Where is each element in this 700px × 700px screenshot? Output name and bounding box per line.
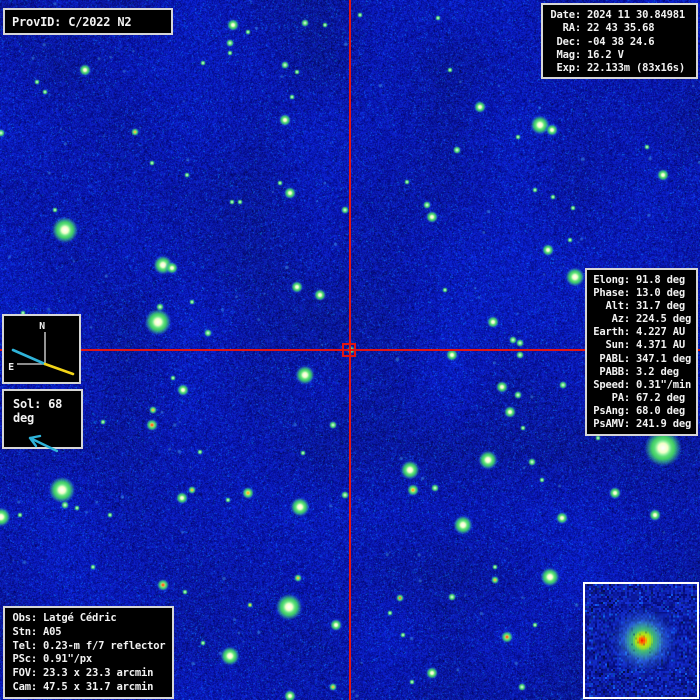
sol-arrow-icon: [30, 436, 57, 451]
info-label: PABL:: [590, 353, 630, 366]
comet-zoom-inset: [583, 582, 699, 699]
info-row: PsAng: 68.0 deg: [590, 405, 693, 418]
info-row: Alt: 31.7 deg: [590, 300, 693, 313]
info-row: Dec: -04 38 24.6: [548, 36, 691, 49]
info-value: 67.2 deg: [636, 392, 685, 405]
info-value: -04 38 24.6: [587, 36, 654, 49]
info-label: PABB:: [590, 366, 630, 379]
info-label: Exp:: [548, 62, 581, 75]
info-value: 13.0 deg: [636, 287, 685, 300]
info-row: Az: 224.5 deg: [590, 313, 693, 326]
info-value: 347.1 deg: [636, 353, 691, 366]
info-value: 16.2 V: [587, 49, 624, 62]
ephemeris-panel: Elong: 91.8 deg Phase: 13.0 deg Alt: 31.7 deg…: [585, 268, 698, 436]
sol-direction-arrow: [4, 425, 81, 455]
info-value: 4.371 AU: [636, 339, 685, 352]
info-value: Latgé Cédric: [43, 612, 116, 626]
sol-angle-text: Sol: 68 deg: [4, 391, 81, 425]
compass-north-label: N: [39, 321, 45, 332]
info-label: Cam:: [10, 681, 37, 695]
compass-motion-vector: [13, 350, 45, 364]
info-row: PA: 67.2 deg: [590, 392, 693, 405]
info-row: RA: 22 43 35.68: [548, 22, 691, 35]
info-label: Elong:: [590, 274, 630, 287]
info-label: Alt:: [590, 300, 630, 313]
info-row: Earth: 4.227 AU: [590, 326, 693, 339]
info-label: PA:: [590, 392, 630, 405]
info-row: Sun: 4.371 AU: [590, 339, 693, 352]
info-value: 0.23-m f/7 reflector: [43, 640, 165, 654]
info-row: PsAMV: 241.9 deg: [590, 418, 693, 431]
info-value: 241.9 deg: [636, 418, 691, 431]
info-value: 22 43 35.68: [587, 22, 654, 35]
solar-direction-panel: Sol: 68 deg: [2, 389, 83, 449]
info-value: 23.3 x 23.3 arcmin: [43, 667, 153, 681]
info-value: 68.0 deg: [636, 405, 685, 418]
info-row: PABB: 3.2 deg: [590, 366, 693, 379]
info-row: PSc: 0.91"/px: [10, 653, 167, 667]
info-label: PsAng:: [590, 405, 630, 418]
astrometry-view: ProvID: C/2022 N2 Date:2024 11 30.84981R…: [0, 0, 700, 700]
info-value: A05: [43, 626, 61, 640]
info-row: PABL: 347.1 deg: [590, 353, 693, 366]
info-label: Az:: [590, 313, 630, 326]
info-row: FOV: 23.3 x 23.3 arcmin: [10, 667, 167, 681]
info-label: RA:: [548, 22, 581, 35]
info-label: FOV:: [10, 667, 37, 681]
observer-info-panel: Obs: Latgé Cédric Stn: A05 Tel: 0.23-m f/7 re…: [3, 606, 174, 699]
info-label: Mag:: [548, 49, 581, 62]
info-value: 4.227 AU: [636, 326, 685, 339]
info-label: PsAMV:: [590, 418, 630, 431]
info-row: Speed: 0.31"/min: [590, 379, 693, 392]
info-row: Tel: 0.23-m f/7 reflector: [10, 640, 167, 654]
info-value: 2024 11 30.84981: [587, 9, 685, 22]
provid-value: C/2022 N2: [68, 15, 131, 29]
info-row: Exp: 22.133m (83x16s): [548, 62, 691, 75]
info-label: Tel:: [10, 640, 37, 654]
compass-sun-vector: [45, 364, 73, 374]
info-value: 3.2 deg: [636, 366, 679, 379]
info-value: 91.8 deg: [636, 274, 685, 287]
info-row: Obs: Latgé Cédric: [10, 612, 167, 626]
info-label: Dec:: [548, 36, 581, 49]
provid-label: ProvID:: [12, 15, 61, 29]
info-label: Earth:: [590, 326, 630, 339]
info-value: 224.5 deg: [636, 313, 691, 326]
info-row: Cam: 47.5 x 31.7 arcmin: [10, 681, 167, 695]
info-row: Elong: 91.8 deg: [590, 274, 693, 287]
comet-zoom-image: [585, 584, 697, 697]
info-value: 47.5 x 31.7 arcmin: [43, 681, 153, 695]
info-row: Date: 2024 11 30.84981: [548, 9, 691, 22]
info-value: 22.133m (83x16s): [587, 62, 685, 75]
info-label: Date:: [548, 9, 581, 22]
info-row: Phase: 13.0 deg: [590, 287, 693, 300]
info-label: PSc:: [10, 653, 37, 667]
info-value: 0.31"/min: [636, 379, 691, 392]
info-label: Speed:: [590, 379, 630, 392]
info-label: Sun:: [590, 339, 630, 352]
observation-info-panel: Date: 2024 11 30.84981 RA: 22 43 35.68 Dec:-…: [541, 3, 698, 79]
info-label: Stn:: [10, 626, 37, 640]
comet-target-marker: [342, 343, 356, 357]
compass-panel: N E: [2, 314, 81, 384]
info-row: Stn: A05: [10, 626, 167, 640]
compass-diagram: N E: [4, 316, 79, 382]
info-value: 0.91"/px: [43, 653, 92, 667]
compass-east-label: E: [8, 362, 14, 373]
provid-panel: ProvID: C/2022 N2: [3, 8, 173, 35]
info-label: Phase:: [590, 287, 630, 300]
info-row: Mag: 16.2 V: [548, 49, 691, 62]
info-value: 31.7 deg: [636, 300, 685, 313]
info-label: Obs:: [10, 612, 37, 626]
